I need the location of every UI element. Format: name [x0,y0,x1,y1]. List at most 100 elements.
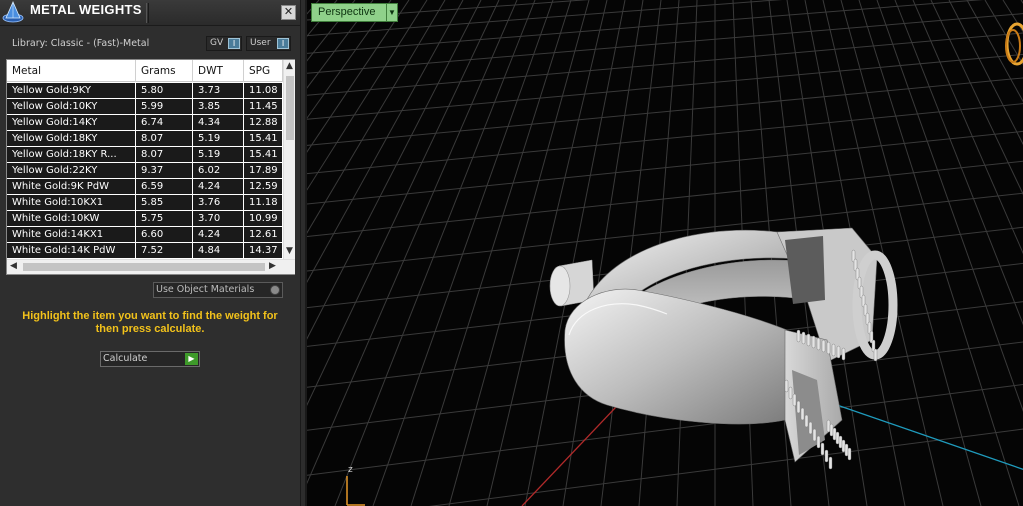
dwt-cell: 5.19 [193,131,244,146]
prong [832,427,837,441]
dwt-cell: 4.24 [193,227,244,242]
prong [829,423,834,437]
prong [788,386,793,400]
metal-weights-panel: METAL WEIGHTS ✕ Library: Classic - (Fast… [0,0,301,506]
horizontal-scroll-thumb[interactable] [23,263,265,271]
dwt-cell: 3.70 [193,211,244,226]
instruction-hint: Highlight the item you want to find the … [22,310,278,335]
grams-cell: 5.75 [136,211,193,226]
vertical-scrollbar[interactable]: ▲ ▼ [283,60,295,259]
axis-gizmo [346,476,365,506]
perspective-viewport[interactable]: Perspective ▼ z [305,0,1023,506]
prong [792,393,797,407]
play-arrow-icon: ▶ [185,353,198,365]
column-header-metal[interactable]: Metal [7,60,136,82]
scroll-right-icon[interactable]: ▶ [269,261,276,271]
use-object-materials-label: Use Object Materials [156,284,255,295]
dwt-cell: 4.34 [193,115,244,130]
prong [836,345,841,359]
table-row[interactable]: White Gold:10KX1 5.85 3.76 11.18 [7,195,283,211]
user-toggle-knob: I [277,38,289,49]
dwt-cell: 6.02 [193,163,244,178]
use-object-materials-toggle[interactable]: Use Object Materials [153,282,283,298]
metal-cell: Yellow Gold:10KY [7,99,136,114]
table-row[interactable]: Yellow Gold:18KY R... 8.07 5.19 15.41 [7,147,283,163]
prong [835,431,840,445]
prong [811,335,816,349]
table-row[interactable]: Yellow Gold:22KY 9.37 6.02 17.89 [7,163,283,179]
gv-toggle-knob: I [228,38,240,49]
column-header-spg[interactable]: SPG [244,60,283,82]
scroll-down-icon[interactable]: ▼ [286,246,293,256]
spg-cell: 11.08 [244,83,283,98]
table-row[interactable]: White Gold:9K PdW 6.59 4.24 12.59 [7,179,283,195]
prong [828,456,833,470]
metal-cell: White Gold:14KX1 [7,227,136,242]
prong [800,407,805,421]
app-pyramid-icon [2,1,24,23]
scroll-up-icon[interactable]: ▲ [286,61,293,71]
table-row[interactable]: Yellow Gold:10KY 5.99 3.85 11.45 [7,99,283,115]
calculate-label: Calculate [103,353,148,364]
ring-thumbnail-icon[interactable] [1003,20,1023,68]
prong [816,435,821,449]
table-row[interactable]: Yellow Gold:18KY 8.07 5.19 15.41 [7,131,283,147]
grams-cell: 8.07 [136,147,193,162]
spg-cell: 10.99 [244,211,283,226]
metal-cell: White Gold:10KX1 [7,195,136,210]
spg-cell: 12.88 [244,115,283,130]
metal-cell: Yellow Gold:9KY [7,83,136,98]
table-row[interactable]: White Gold:10KW 5.75 3.70 10.99 [7,211,283,227]
prong [806,333,811,347]
prong [796,329,801,343]
dwt-cell: 4.84 [193,243,244,258]
panel-title: METAL WEIGHTS [30,2,142,17]
prong [821,339,826,353]
spg-cell: 11.18 [244,195,283,210]
metal-cell: Yellow Gold:22KY [7,163,136,178]
dropdown-arrow-icon[interactable]: ▼ [387,3,398,22]
title-separator [146,3,149,23]
prong [826,341,831,355]
prong [784,379,789,393]
prong [841,347,846,361]
table-body: Yellow Gold:9KY 5.80 3.73 11.08 Yellow Gold:… [7,83,283,259]
metal-cell: White Gold:10KW [7,211,136,226]
prong [826,419,831,433]
table-row[interactable]: Yellow Gold:9KY 5.80 3.73 11.08 [7,83,283,99]
vertical-scroll-thumb[interactable] [286,76,294,140]
grams-cell: 5.99 [136,99,193,114]
table-row[interactable]: White Gold:14K PdW 7.52 4.84 14.37 [7,243,283,259]
horizontal-scrollbar[interactable]: ◀ ▶ [7,259,295,274]
user-toggle[interactable]: User I [246,36,291,51]
ring-model[interactable] [307,0,1023,506]
prong [801,331,806,345]
dwt-cell: 3.73 [193,83,244,98]
table-row[interactable]: Yellow Gold:14KY 6.74 4.34 12.88 [7,115,283,131]
column-header-grams[interactable]: Grams [136,60,193,82]
metal-cell: Yellow Gold:18KY R... [7,147,136,162]
prong [841,439,846,453]
dwt-cell: 5.19 [193,147,244,162]
dwt-cell: 4.24 [193,179,244,194]
column-header-dwt[interactable]: DWT [193,60,244,82]
prong [873,348,878,362]
close-button[interactable]: ✕ [281,5,296,20]
table-row[interactable]: White Gold:14KX1 6.60 4.24 12.61 [7,227,283,243]
prong [831,343,836,357]
metal-cell: Yellow Gold:18KY [7,131,136,146]
prong [808,421,813,435]
prong [820,442,825,456]
gv-toggle[interactable]: GV I [206,36,242,51]
metal-cell: White Gold:14K PdW [7,243,136,258]
calculate-button[interactable]: Calculate ▶ [100,351,200,367]
scroll-left-icon[interactable]: ◀ [10,261,17,271]
grams-cell: 6.74 [136,115,193,130]
spg-cell: 15.41 [244,131,283,146]
prong [824,449,829,463]
spg-cell: 17.89 [244,163,283,178]
grams-cell: 6.59 [136,179,193,194]
prong [847,447,852,461]
view-mode-button[interactable]: Perspective [311,3,387,22]
prong [796,400,801,414]
